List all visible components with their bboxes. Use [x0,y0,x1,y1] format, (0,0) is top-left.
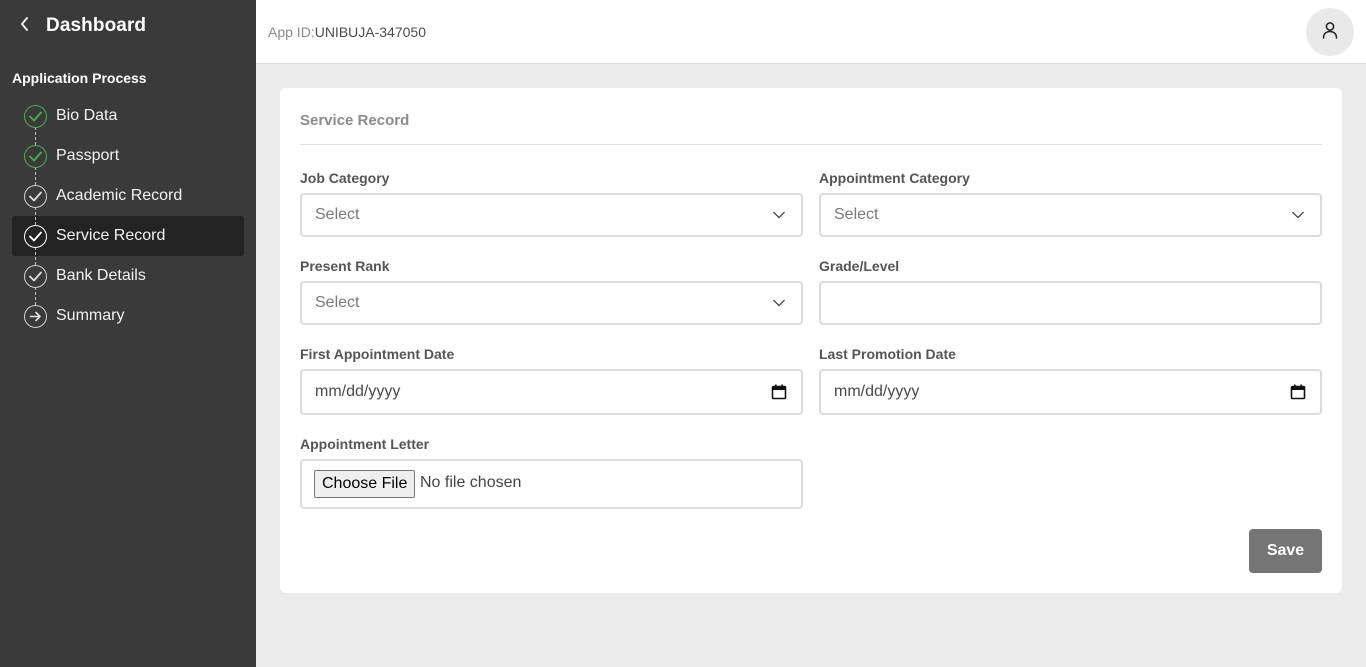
job-category-label: Job Category [300,170,390,186]
step-label: Summary [56,307,125,324]
date-placeholder: mm/dd/yyyy [834,383,920,400]
step-bio-data[interactable]: Bio Data [12,96,244,136]
appointment-category-label: Appointment Category [819,170,970,186]
topbar: App ID:UNIBUJA-347050 [256,0,1366,64]
step-connector [35,167,36,185]
chevron-down-icon [773,297,785,309]
step-connector [35,207,36,225]
step-passport[interactable]: Passport [12,136,244,176]
app-id-value: UNIBUJA-347050 [314,24,426,40]
save-button[interactable]: Save [1249,529,1322,573]
step-academic-record[interactable]: Academic Record [12,176,244,216]
select-placeholder: Select [834,206,879,223]
grade-level-input[interactable] [819,281,1322,325]
first-appointment-date-input[interactable]: mm/dd/yyyy [300,369,803,415]
appointment-letter-file-input[interactable]: Choose File No file chosen [300,459,803,509]
step-label: Passport [56,147,120,164]
check-icon [24,145,47,168]
step-service-record[interactable]: Service Record [12,216,244,256]
divider [300,144,1322,145]
section-label: Application Process [12,70,147,86]
first-appointment-date-label: First Appointment Date [300,346,455,362]
grade-level-label: Grade/Level [819,258,900,274]
chevron-down-icon [773,209,785,221]
choose-file-button[interactable]: Choose File [314,470,416,498]
job-category-select[interactable]: Select [300,193,803,237]
user-avatar-button[interactable] [1306,8,1354,56]
step-label: Service Record [56,227,166,244]
chevron-left-icon [20,16,30,36]
step-connector [35,127,36,145]
app-id-label: App ID: [268,24,315,40]
chevron-down-icon [1292,209,1304,221]
date-placeholder: mm/dd/yyyy [315,383,401,400]
step-label: Bank Details [56,267,146,284]
select-placeholder: Select [315,294,360,311]
present-rank-select[interactable]: Select [300,281,803,325]
arrow-right-icon [24,305,47,328]
calendar-icon[interactable] [1290,384,1306,400]
step-connector [35,287,36,305]
process-steps: Bio Data Passport Academic Record Servic… [12,96,244,336]
calendar-icon[interactable] [771,384,787,400]
card-title: Service Record [300,112,410,129]
app-id: App ID:UNIBUJA-347050 [268,24,426,40]
user-icon [1321,21,1339,44]
last-promotion-date-label: Last Promotion Date [819,346,956,362]
step-label: Academic Record [56,187,183,204]
appointment-category-select[interactable]: Select [819,193,1322,237]
check-icon [24,225,47,248]
service-record-card: Service Record Job Category Select Appoi… [280,88,1342,593]
step-connector [35,247,36,265]
last-promotion-date-input[interactable]: mm/dd/yyyy [819,369,1322,415]
back-button[interactable] [14,15,36,37]
sidebar-header: Dashboard [0,0,256,54]
check-icon [24,265,47,288]
step-summary[interactable]: Summary [12,296,244,336]
file-status: No file chosen [420,474,522,491]
appointment-letter-label: Appointment Letter [300,436,430,452]
present-rank-label: Present Rank [300,258,390,274]
check-icon [24,185,47,208]
sidebar: Dashboard Application Process Bio Data P… [0,0,256,667]
step-label: Bio Data [56,107,118,124]
step-bank-details[interactable]: Bank Details [12,256,244,296]
select-placeholder: Select [315,206,360,223]
check-icon [24,105,47,128]
sidebar-title[interactable]: Dashboard [46,15,146,37]
